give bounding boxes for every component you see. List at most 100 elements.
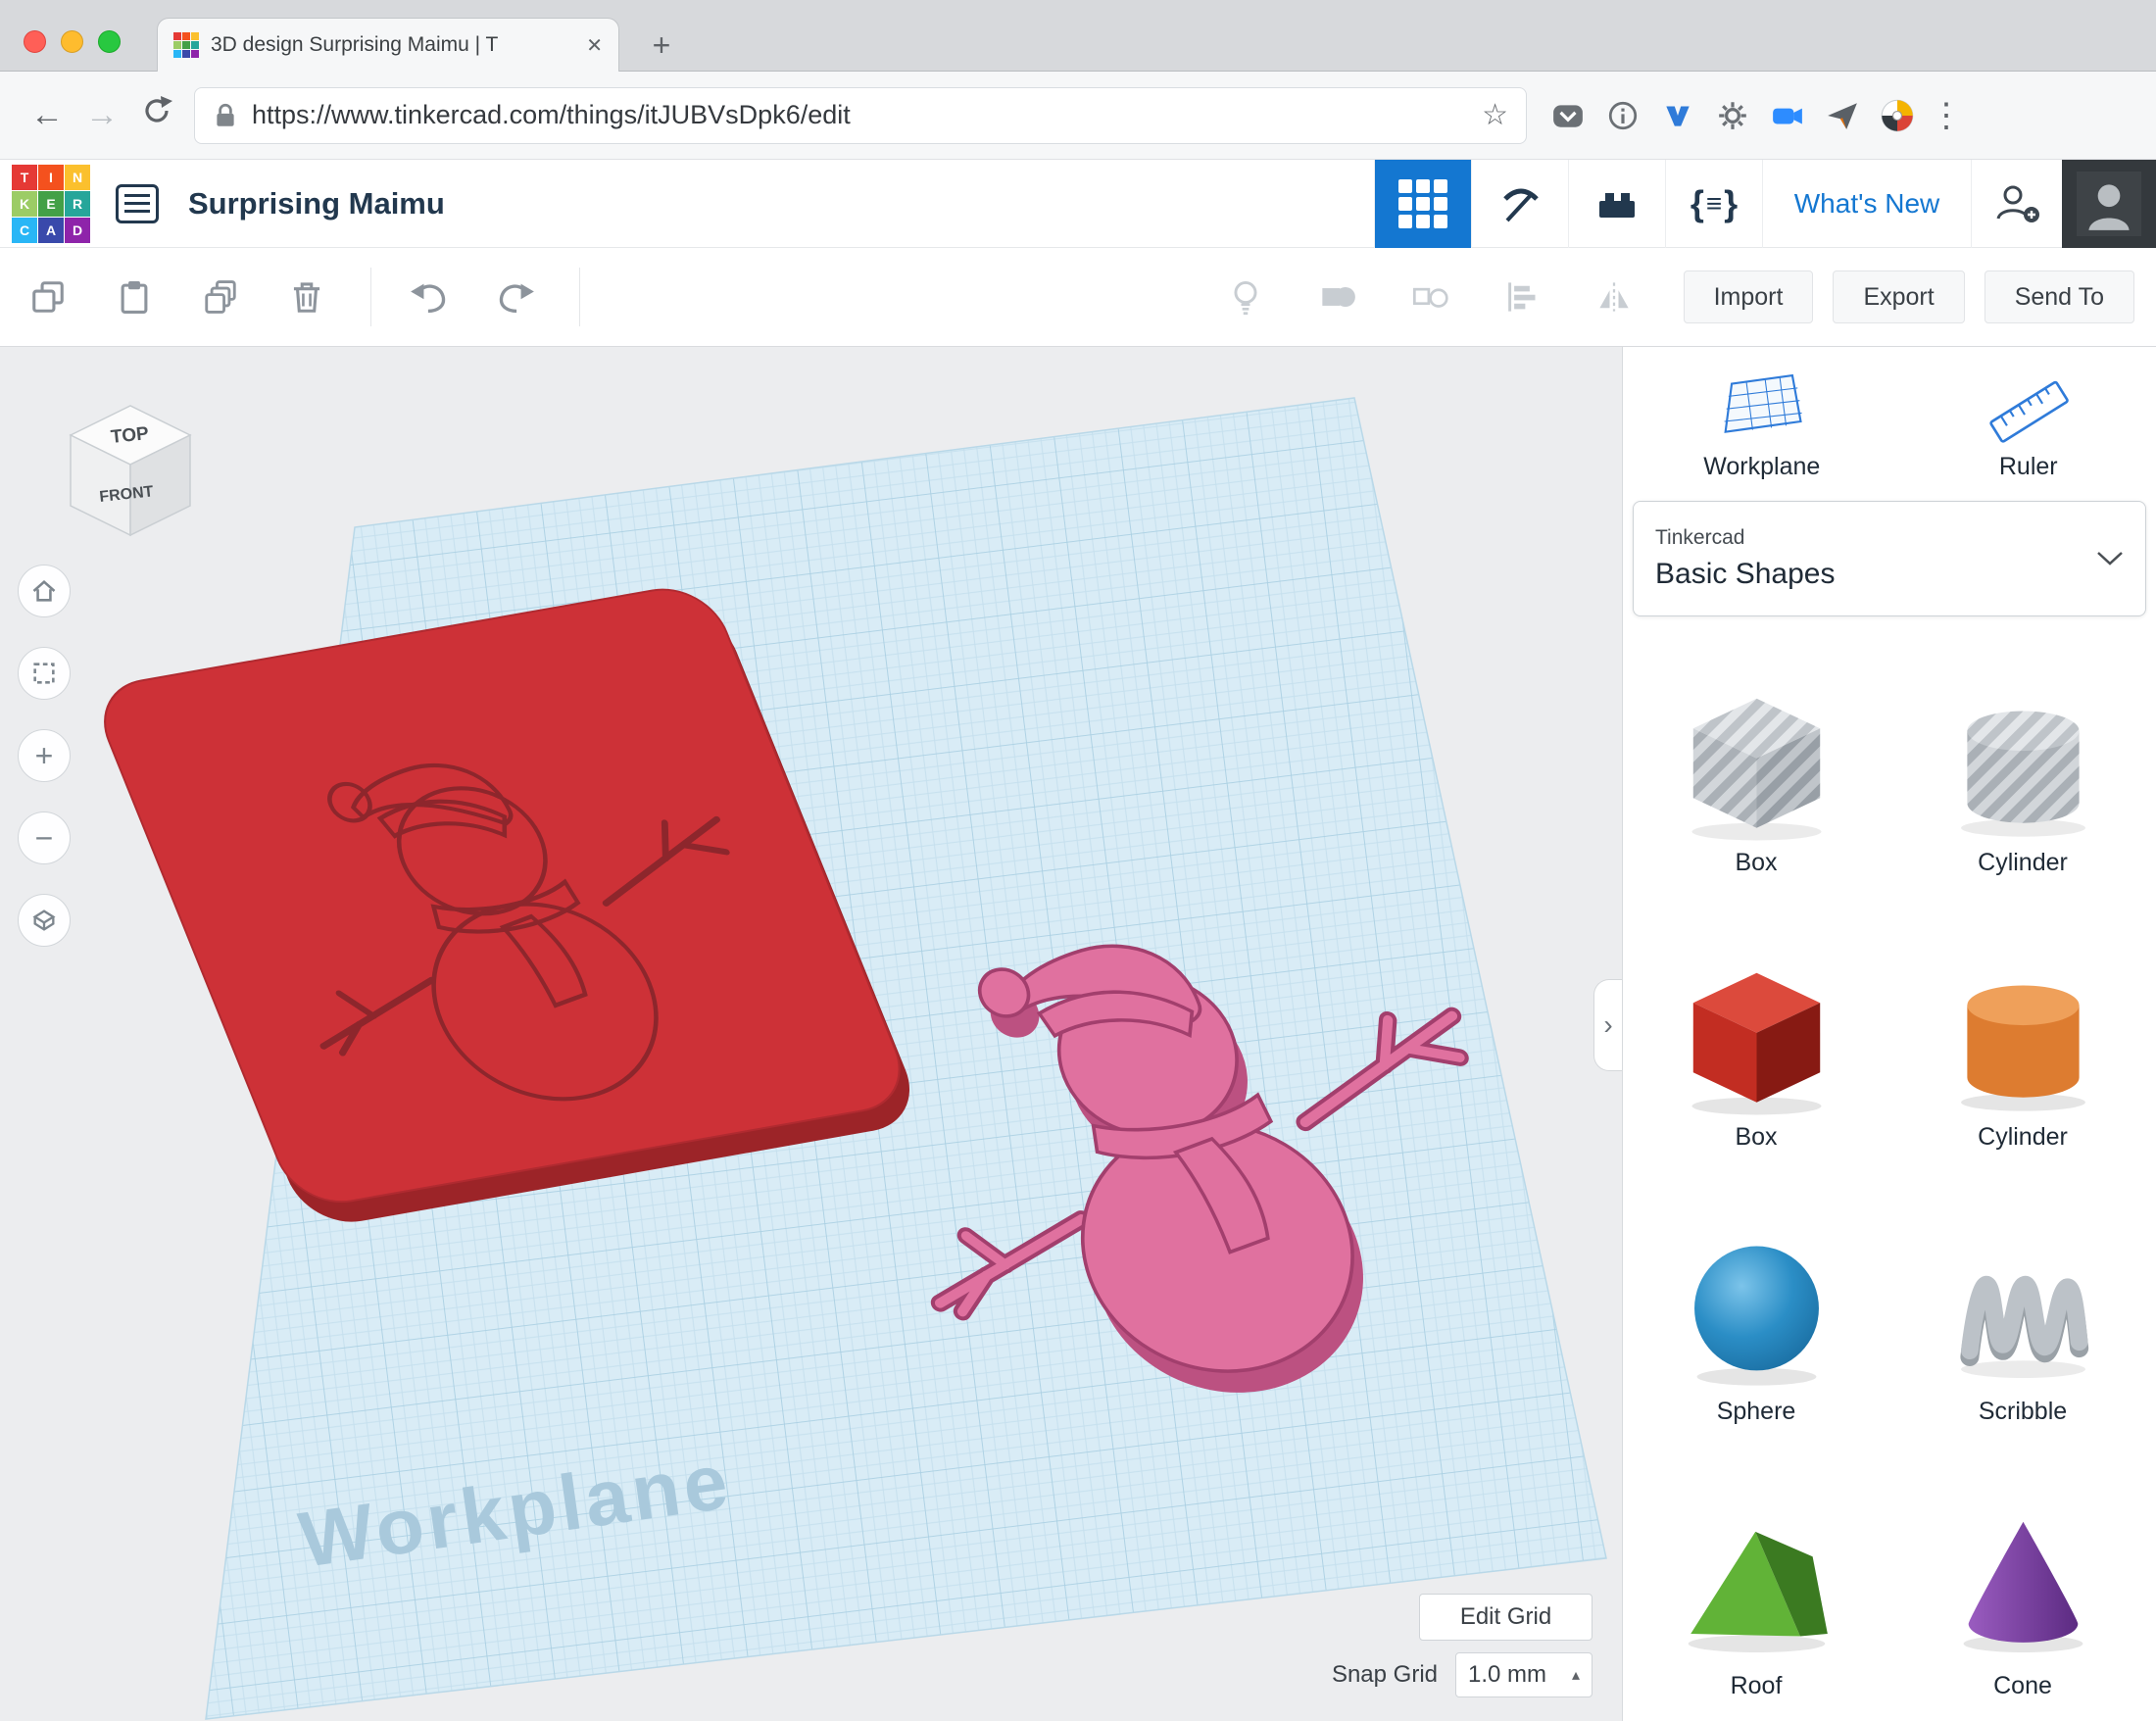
viewport-3d[interactable]: Workplane TOP FRONT + − Edit Grid Snap G… — [0, 347, 1622, 1721]
forward-button[interactable]: → — [74, 96, 129, 134]
codeblocks-button[interactable]: { ≡ } — [1665, 160, 1762, 248]
shape-category-dropdown[interactable]: Tinkercad Basic Shapes — [1633, 501, 2146, 616]
zoom-out-button[interactable]: − — [18, 811, 71, 864]
shape-cylinder[interactable]: Cylinder — [1942, 956, 2104, 1152]
logo-tile: D — [65, 217, 90, 243]
gear-extension-icon[interactable] — [1715, 98, 1750, 133]
shape-sphere[interactable]: Sphere — [1676, 1230, 1838, 1426]
paste-button[interactable] — [112, 274, 157, 320]
undo-button[interactable] — [407, 274, 452, 320]
chevron-down-icon — [2097, 552, 2123, 565]
view-cube[interactable]: TOP FRONT — [57, 392, 204, 544]
extensions-row — [1550, 98, 1915, 133]
workplane-tool-button[interactable]: Workplane — [1703, 369, 1820, 481]
back-button[interactable]: ← — [20, 96, 74, 134]
snap-grid-value: 1.0 mm — [1468, 1661, 1547, 1688]
address-bar[interactable]: https://www.tinkercad.com/things/itJUBVs… — [194, 86, 1527, 144]
blocks-editor-button[interactable] — [1374, 160, 1471, 248]
panel-collapse-handle[interactable]: › — [1593, 979, 1622, 1071]
logo-tile: K — [12, 190, 37, 217]
caret-up-icon: ▴ — [1571, 1667, 1580, 1684]
browser-menu-button[interactable]: ⋮ — [1929, 96, 1964, 135]
toolbar-right: Import Export Send To — [1223, 270, 2134, 323]
logo-tile: T — [12, 164, 37, 190]
shape-scribble[interactable]: Scribble — [1942, 1230, 2104, 1426]
url-text[interactable]: https://www.tinkercad.com/things/itJUBVs… — [252, 100, 1482, 130]
shapes-panel: Workplane Ruler Tinkercad Basic Shapes B… — [1622, 347, 2156, 1721]
show-all-button[interactable] — [1223, 274, 1268, 320]
view-cube-top-label[interactable]: TOP — [110, 423, 150, 448]
design-title[interactable]: Surprising Maimu — [188, 186, 445, 221]
logo-tile: I — [38, 164, 64, 190]
fit-view-icon — [33, 663, 55, 684]
zoom-window-button[interactable] — [98, 30, 121, 53]
shape-label: Box — [1735, 1123, 1778, 1151]
tinkercad-logo[interactable]: T I N K E R C A D — [12, 164, 90, 243]
toolbar-divider — [370, 268, 371, 326]
toolbar-divider — [579, 268, 580, 326]
compass-extension-icon[interactable] — [1880, 98, 1915, 133]
avatar-silhouette-icon — [2077, 172, 2141, 236]
perspective-toggle-button[interactable] — [18, 894, 71, 947]
copy-button[interactable] — [25, 274, 71, 320]
chevron-right-icon: › — [1603, 1009, 1613, 1040]
panel-top-buttons: Workplane Ruler — [1623, 347, 2156, 481]
minimize-window-button[interactable] — [61, 30, 83, 53]
home-icon — [32, 579, 56, 602]
reload-button[interactable] — [129, 94, 184, 136]
fit-view-button[interactable] — [18, 647, 71, 700]
design-properties-icon[interactable] — [116, 183, 159, 223]
zoom-in-button[interactable]: + — [18, 729, 71, 782]
shape-gallery: Box Cylinder Box Cylinder Sphere Scribbl… — [1623, 681, 2156, 1700]
whats-new-link[interactable]: What's New — [1762, 160, 1971, 248]
snap-grid-select[interactable]: 1.0 mm ▴ — [1455, 1652, 1592, 1697]
logo-tile: A — [38, 217, 64, 243]
ruler-tool-label: Ruler — [1998, 453, 2058, 480]
close-window-button[interactable] — [24, 30, 46, 53]
shape-label: Scribble — [1978, 1398, 2068, 1425]
snap-grid-label: Snap Grid — [1331, 1661, 1438, 1688]
minecraft-export-button[interactable] — [1471, 160, 1568, 248]
shape-cone[interactable]: Cone — [1942, 1504, 2104, 1700]
shape-roof[interactable]: Roof — [1676, 1504, 1838, 1700]
bookmark-star-icon[interactable]: ☆ — [1482, 98, 1508, 132]
home-view-button[interactable] — [18, 565, 71, 617]
design-toolbar: Import Export Send To — [0, 248, 2156, 347]
edit-grid-button[interactable]: Edit Grid — [1419, 1594, 1592, 1641]
group-button[interactable] — [1315, 274, 1360, 320]
logo-tile: N — [65, 164, 90, 190]
ruler-tool-button[interactable]: Ruler — [1982, 369, 2076, 481]
workplane-tool-icon — [1724, 373, 1802, 433]
info-extension-icon[interactable] — [1605, 98, 1641, 133]
shape-cylinder-hole[interactable]: Cylinder — [1942, 681, 2104, 877]
shape-box-hole[interactable]: Box — [1676, 681, 1838, 877]
import-button[interactable]: Import — [1683, 270, 1814, 323]
browser-tab[interactable]: 3D design Surprising Maimu | T ✕ — [157, 18, 619, 72]
redo-button[interactable] — [493, 274, 538, 320]
main-area: Workplane TOP FRONT + − Edit Grid Snap G… — [0, 347, 2156, 1721]
export-button[interactable]: Export — [1833, 270, 1965, 323]
delete-button[interactable] — [284, 274, 329, 320]
shape-box[interactable]: Box — [1676, 956, 1838, 1152]
new-tab-button[interactable]: + — [642, 25, 681, 65]
shape-label: Cone — [1993, 1672, 2052, 1699]
person-add-icon — [1996, 185, 2039, 222]
send-to-button[interactable]: Send To — [1984, 270, 2134, 323]
header-actions: { ≡ } What's New — [1374, 160, 2156, 248]
mirror-button[interactable] — [1592, 274, 1637, 320]
tab-close-icon[interactable]: ✕ — [586, 33, 603, 58]
browser-window: 3D design Surprising Maimu | T ✕ + ← → h… — [0, 0, 2156, 1721]
user-avatar[interactable] — [2062, 160, 2156, 248]
paper-plane-extension-icon[interactable] — [1825, 98, 1860, 133]
ungroup-button[interactable] — [1407, 274, 1452, 320]
align-button[interactable] — [1499, 274, 1544, 320]
brick-export-button[interactable] — [1568, 160, 1665, 248]
ruler-tool-icon — [1989, 380, 2069, 443]
shape-label: Roof — [1730, 1672, 1783, 1699]
pocket-extension-icon[interactable] — [1550, 98, 1586, 133]
v-extension-icon[interactable] — [1660, 98, 1695, 133]
zoom-in-icon: + — [34, 737, 54, 773]
share-invite-button[interactable] — [1971, 160, 2062, 248]
duplicate-button[interactable] — [198, 274, 243, 320]
video-camera-extension-icon[interactable] — [1770, 98, 1805, 133]
